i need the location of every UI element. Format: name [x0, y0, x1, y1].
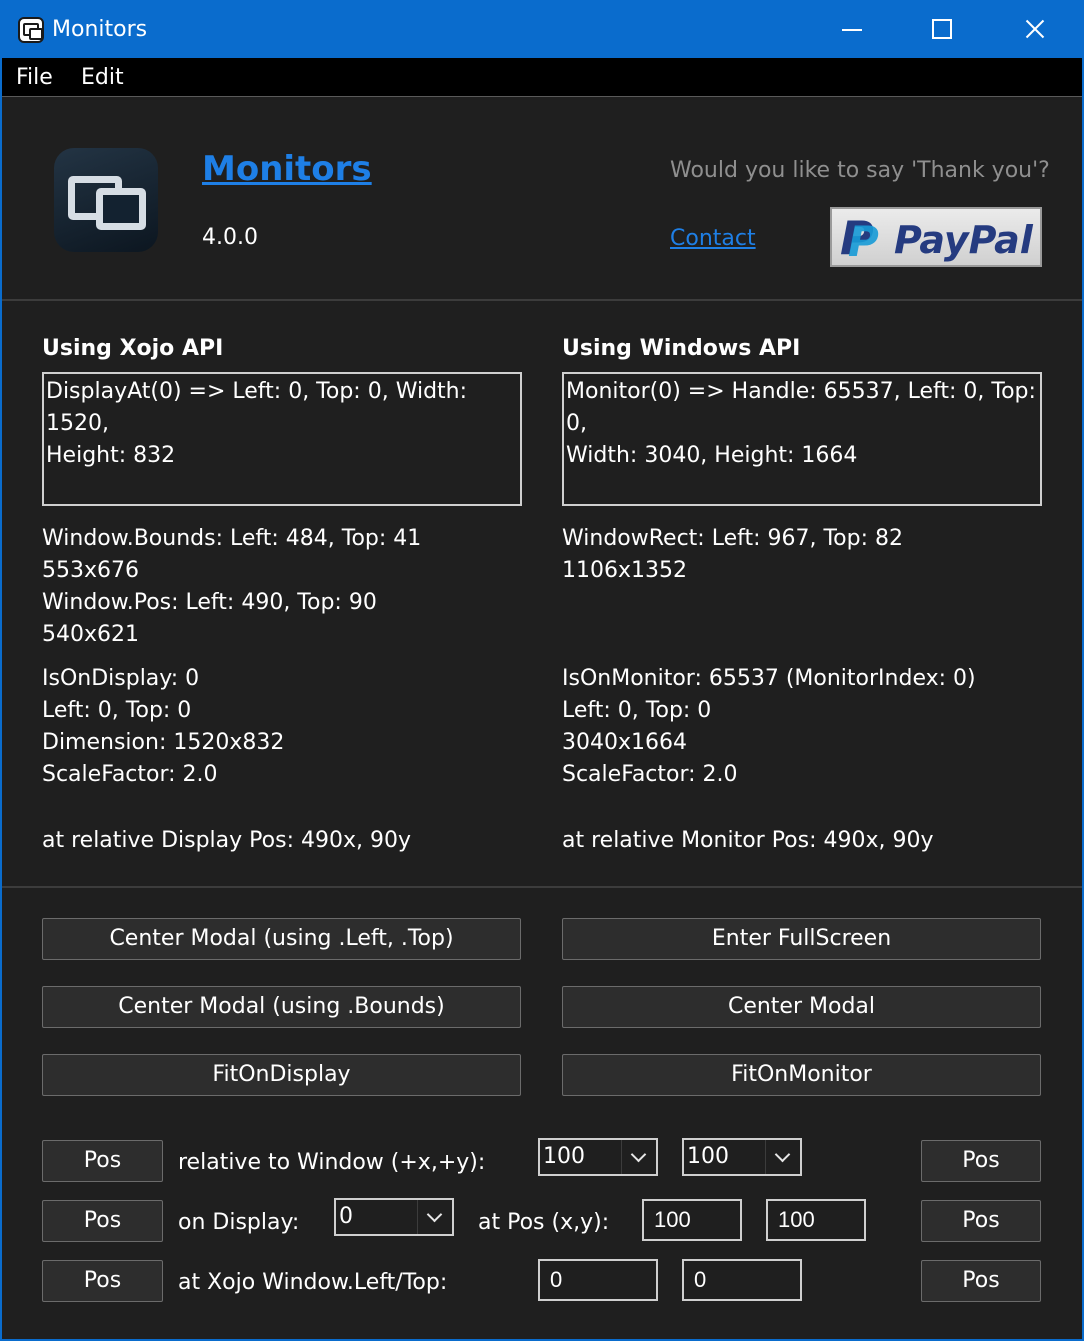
divider-bottom	[2, 886, 1082, 888]
pos-xojo-right-button[interactable]: Pos	[921, 1260, 1041, 1302]
fit-on-monitor-button[interactable]: FitOnMonitor	[562, 1054, 1041, 1096]
xojo-display-info-line: Dimension: 1520x832	[42, 730, 285, 755]
center-modal-button[interactable]: Center Modal	[562, 986, 1041, 1028]
windows-monitor-textbox[interactable]: Monitor(0) => Handle: 65537, Left: 0, To…	[562, 372, 1042, 506]
pos-display-right-button[interactable]: Pos	[921, 1200, 1041, 1242]
pos-x-input[interactable]	[642, 1199, 742, 1241]
display-index-combobox[interactable]: 0	[334, 1198, 454, 1236]
xojo-display-line: DisplayAt(0) => Left: 0, Top: 0, Width: …	[46, 379, 468, 436]
app-logo-icon	[54, 148, 158, 252]
relative-x-combobox[interactable]: 100	[538, 1138, 658, 1176]
xojo-bounds-line: 540x621	[42, 622, 140, 647]
monitors-app-icon	[18, 17, 44, 43]
xojo-bounds-line: 553x676	[42, 558, 140, 583]
menu-bar	[2, 58, 1082, 97]
paypal-button[interactable]: P P PayPal	[830, 207, 1042, 267]
xojo-display-info-line: Left: 0, Top: 0	[42, 698, 192, 723]
pos-display-left-button[interactable]: Pos	[42, 1200, 163, 1242]
windows-monitor-line: Monitor(0) => Handle: 65537, Left: 0, To…	[566, 379, 1036, 436]
close-button[interactable]	[988, 0, 1082, 58]
windows-rect-line: 1106x1352	[562, 558, 687, 583]
xojo-bounds-line: Window.Pos: Left: 490, Top: 90	[42, 590, 377, 615]
windows-monitor-info: IsOnMonitor: 65537 (MonitorIndex: 0) Lef…	[562, 663, 976, 791]
chevron-down-icon[interactable]	[765, 1140, 800, 1174]
paypal-logo-icon-overlay: P	[848, 217, 879, 266]
pos-xojo-left-button[interactable]: Pos	[42, 1260, 163, 1302]
relative-y-combobox[interactable]: 100	[682, 1138, 802, 1176]
on-display-label: on Display:	[178, 1210, 300, 1235]
chevron-down-icon[interactable]	[417, 1200, 452, 1234]
pos-relative-left-button[interactable]: Pos	[42, 1140, 163, 1182]
xojo-display-info-line: IsOnDisplay: 0	[42, 666, 200, 691]
thank-you-text: Would you like to say 'Thank you'?	[670, 158, 1050, 183]
pos-y-input[interactable]	[766, 1199, 866, 1241]
windows-api-heading: Using Windows API	[562, 336, 801, 361]
windows-rect-line: WindowRect: Left: 967, Top: 82	[562, 526, 903, 551]
at-pos-label: at Pos (x,y):	[478, 1210, 610, 1235]
xojo-display-textbox[interactable]: DisplayAt(0) => Left: 0, Top: 0, Width: …	[42, 372, 522, 506]
relative-to-window-label: relative to Window (+x,+y):	[178, 1150, 486, 1175]
window-left-input[interactable]	[538, 1259, 658, 1301]
xojo-bounds-info: Window.Bounds: Left: 484, Top: 41 553x67…	[42, 523, 421, 651]
contact-link[interactable]: Contact	[670, 224, 756, 254]
menu-file[interactable]: File	[16, 64, 53, 92]
app-name-link[interactable]: Monitors	[202, 148, 372, 190]
center-modal-bounds-button[interactable]: Center Modal (using .Bounds)	[42, 986, 521, 1028]
maximize-button[interactable]	[896, 0, 990, 58]
title-bar[interactable]: Monitors	[0, 0, 1084, 58]
pos-relative-right-button[interactable]: Pos	[921, 1140, 1041, 1182]
windows-monitor-info-line: ScaleFactor: 2.0	[562, 762, 738, 787]
windows-relative-pos: at relative Monitor Pos: 490x, 90y	[562, 828, 934, 853]
relative-y-value: 100	[687, 1144, 729, 1169]
xojo-display-info-line: ScaleFactor: 2.0	[42, 762, 218, 787]
relative-x-value: 100	[543, 1144, 585, 1169]
windows-monitor-info-line: Left: 0, Top: 0	[562, 698, 712, 723]
window-top-input[interactable]	[682, 1259, 802, 1301]
menu-edit[interactable]: Edit	[81, 64, 124, 92]
fit-on-display-button[interactable]: FitOnDisplay	[42, 1054, 521, 1096]
window-title: Monitors	[52, 17, 148, 42]
xojo-relative-pos: at relative Display Pos: 490x, 90y	[42, 828, 411, 853]
windows-rect-info: WindowRect: Left: 967, Top: 82 1106x1352	[562, 523, 903, 587]
display-index-value: 0	[339, 1204, 353, 1229]
xojo-bounds-line: Window.Bounds: Left: 484, Top: 41	[42, 526, 422, 551]
windows-monitor-info-line: IsOnMonitor: 65537 (MonitorIndex: 0)	[562, 666, 976, 691]
app-version: 4.0.0	[202, 225, 258, 250]
enter-fullscreen-button[interactable]: Enter FullScreen	[562, 918, 1041, 960]
minimize-button[interactable]	[804, 0, 898, 58]
xojo-window-left-top-label: at Xojo Window.Left/Top:	[178, 1270, 448, 1295]
windows-monitor-info-line: 3040x1664	[562, 730, 687, 755]
xojo-display-info: IsOnDisplay: 0 Left: 0, Top: 0 Dimension…	[42, 663, 284, 791]
center-modal-left-top-button[interactable]: Center Modal (using .Left, .Top)	[42, 918, 521, 960]
xojo-api-heading: Using Xojo API	[42, 336, 224, 361]
paypal-wordmark: PayPal	[894, 218, 1033, 262]
xojo-display-line: Height: 832	[46, 443, 176, 468]
windows-monitor-line: Width: 3040, Height: 1664	[566, 443, 858, 468]
chevron-down-icon[interactable]	[621, 1140, 656, 1174]
divider-top	[2, 299, 1082, 301]
